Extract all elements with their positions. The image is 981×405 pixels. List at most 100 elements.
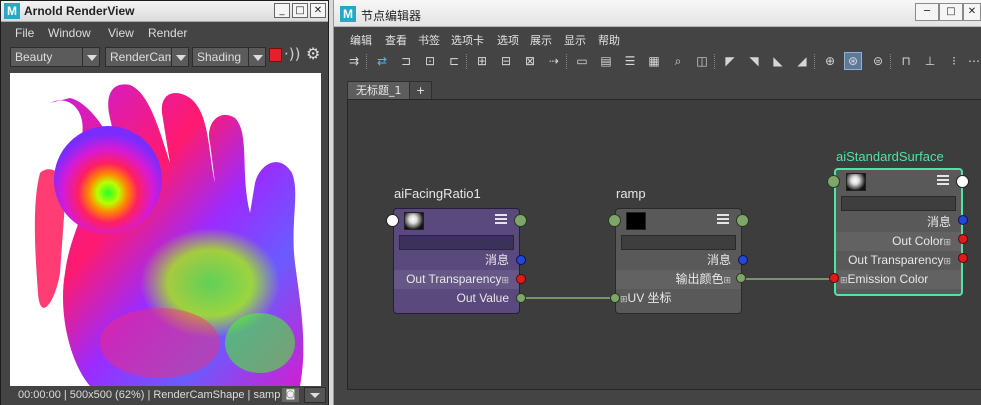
output-plug-ramp[interactable]	[736, 214, 749, 227]
expand-icon[interactable]: ⊞	[840, 276, 848, 286]
output-connections-icon[interactable]: ⊏	[446, 53, 462, 69]
menu-view[interactable]: View	[108, 26, 134, 40]
expand-icon[interactable]: ⊞	[943, 257, 951, 267]
input-plug-facing[interactable]	[386, 214, 399, 227]
node-name-field[interactable]	[399, 235, 514, 250]
node-name-field[interactable]	[841, 196, 956, 211]
output-plug-surface[interactable]	[956, 175, 969, 188]
node-editor-titlebar[interactable]: M 节点编辑器 ─ □ ✕	[334, 0, 981, 27]
snap-grid-icon[interactable]: ⊛	[844, 52, 862, 70]
node-standard-surface[interactable]: 消息 Out Color⊞ Out Transparency⊞ ⊞Emissio…	[834, 168, 963, 296]
aov-dropdown[interactable]: Beauty	[10, 47, 100, 67]
camera-dropdown[interactable]: RenderCamS	[105, 47, 189, 67]
node-menu-icon[interactable]	[717, 214, 729, 224]
frame-all-icon[interactable]: ⊞	[474, 53, 490, 69]
menu-help[interactable]: 帮助	[598, 32, 620, 48]
simple-mode-icon[interactable]: ▭	[574, 53, 590, 69]
snapshot-icon[interactable]: ◙	[282, 388, 299, 402]
render-status-text: 00:00:00 | 500x500 (62%) | RenderCamShap…	[18, 389, 281, 401]
attr-out-transparency: Out Transparency⊞	[836, 251, 961, 270]
plug-surface-out-color[interactable]	[958, 234, 968, 244]
graph-upstream-icon[interactable]: ⊟	[498, 53, 514, 69]
menu-tabs[interactable]: 选项卡	[451, 32, 484, 48]
connected-mode-icon[interactable]: ▤	[598, 53, 614, 69]
bookmark-icon[interactable]: ◤	[722, 53, 738, 69]
node-ramp[interactable]: 消息 输出颜色⊞ ⊞UV 坐标	[615, 208, 742, 314]
add-node-icon[interactable]: ⇉	[346, 53, 362, 69]
maximize-icon[interactable]: □	[292, 3, 308, 18]
ipr-icon[interactable]: ·))	[284, 45, 300, 63]
input-connections-icon[interactable]: ⊐	[398, 53, 414, 69]
node-facing-ratio[interactable]: 消息 Out Transparency⊞ Out Value	[393, 208, 520, 314]
full-mode-icon[interactable]: ☰	[622, 53, 638, 69]
pin-icon[interactable]: ⊥	[922, 53, 938, 69]
close-icon[interactable]: ✕	[963, 3, 981, 21]
node-header	[394, 209, 519, 231]
stop-render-icon[interactable]	[269, 48, 282, 62]
custom-mode-icon[interactable]: ▦	[646, 53, 662, 69]
expand-icon[interactable]: ⊞	[723, 276, 731, 286]
input-plug-surface[interactable]	[827, 175, 840, 188]
expand-icon[interactable]: ⊞	[943, 238, 951, 248]
more-icon[interactable]: ⁝	[946, 53, 962, 69]
arnold-titlebar[interactable]: M Arnold RenderView _ □ ✕	[1, 1, 328, 22]
arnold-menubar: File Window View Render	[1, 22, 328, 44]
swap-icon[interactable]: ⇄	[374, 53, 390, 69]
node-name-field[interactable]	[621, 235, 736, 250]
bookmark-next-icon[interactable]: ◢	[794, 53, 810, 69]
attr-uv-coord-label: UV 坐标	[627, 291, 672, 305]
swatch-toggle-icon[interactable]: ◫	[694, 53, 710, 69]
add-tab-button[interactable]: +	[409, 81, 433, 99]
expand-icon[interactable]: ⊞	[501, 276, 509, 286]
grid-toggle-icon[interactable]: ⊕	[822, 53, 838, 69]
menu-view[interactable]: 查看	[385, 32, 407, 48]
plug-facing-message[interactable]	[516, 255, 526, 265]
output-plug-facing[interactable]	[514, 214, 527, 227]
plug-ramp-uv-coord[interactable]	[610, 293, 620, 303]
plug-surface-message[interactable]	[958, 215, 968, 225]
menu-window[interactable]: Window	[48, 26, 91, 40]
menu-display[interactable]: 显示	[564, 32, 586, 48]
plug-ramp-out-color[interactable]	[736, 273, 746, 283]
lock-icon[interactable]: ⊓	[898, 53, 914, 69]
plug-surface-emission-color[interactable]	[829, 273, 839, 283]
menu-options[interactable]: 选项	[497, 32, 519, 48]
input-plug-ramp[interactable]	[608, 214, 621, 227]
plug-surface-out-transparency[interactable]	[958, 253, 968, 263]
node-menu-icon[interactable]	[495, 214, 507, 224]
overflow-icon[interactable]: ⋯	[966, 53, 981, 69]
menu-bookmarks[interactable]: 书签	[418, 32, 440, 48]
attr-out-value: Out Value	[456, 291, 509, 305]
graph-downstream-icon[interactable]: ⊠	[522, 53, 538, 69]
maya-logo-icon: M	[340, 6, 356, 22]
maximize-icon[interactable]: □	[939, 3, 963, 21]
bookmark-add-icon[interactable]: ◥	[746, 53, 762, 69]
render-viewport[interactable]	[10, 73, 321, 386]
bookmark-prev-icon[interactable]: ◣	[770, 53, 786, 69]
menu-show[interactable]: 展示	[530, 32, 552, 48]
minimize-icon[interactable]: _	[274, 3, 290, 18]
menu-edit[interactable]: 编辑	[350, 32, 372, 48]
tab-untitled-1[interactable]: 无标题_1	[347, 81, 411, 99]
menu-file[interactable]: File	[15, 26, 34, 40]
plug-facing-out-transparency[interactable]	[516, 274, 526, 284]
gear-icon[interactable]: ⚙	[306, 44, 320, 63]
snapshot-dropdown[interactable]	[304, 387, 326, 403]
in-out-connections-icon[interactable]: ⊡	[422, 53, 438, 69]
layout-icon[interactable]: ⇢	[546, 53, 562, 69]
sphere-shape	[54, 126, 162, 234]
shading-dropdown[interactable]: Shading	[192, 47, 266, 67]
attribute-filter-icon[interactable]: ⊜	[870, 53, 886, 69]
swatch-icon	[846, 173, 866, 191]
attr-out-color: 输出颜色⊞	[616, 270, 741, 289]
close-icon[interactable]: ✕	[310, 3, 326, 18]
node-menu-icon[interactable]	[937, 175, 949, 185]
menu-render[interactable]: Render	[148, 26, 187, 40]
minimize-icon[interactable]: ─	[915, 3, 939, 21]
search-icon[interactable]: ⌕	[670, 53, 686, 69]
plug-facing-out-value[interactable]	[516, 293, 526, 303]
node-graph-canvas[interactable]: aiFacingRatio1 消息 Out Transparency⊞ Out …	[347, 99, 981, 390]
arnold-window-controls: _ □ ✕	[274, 3, 326, 18]
expand-icon[interactable]: ⊞	[620, 295, 628, 305]
plug-ramp-message[interactable]	[738, 255, 748, 265]
